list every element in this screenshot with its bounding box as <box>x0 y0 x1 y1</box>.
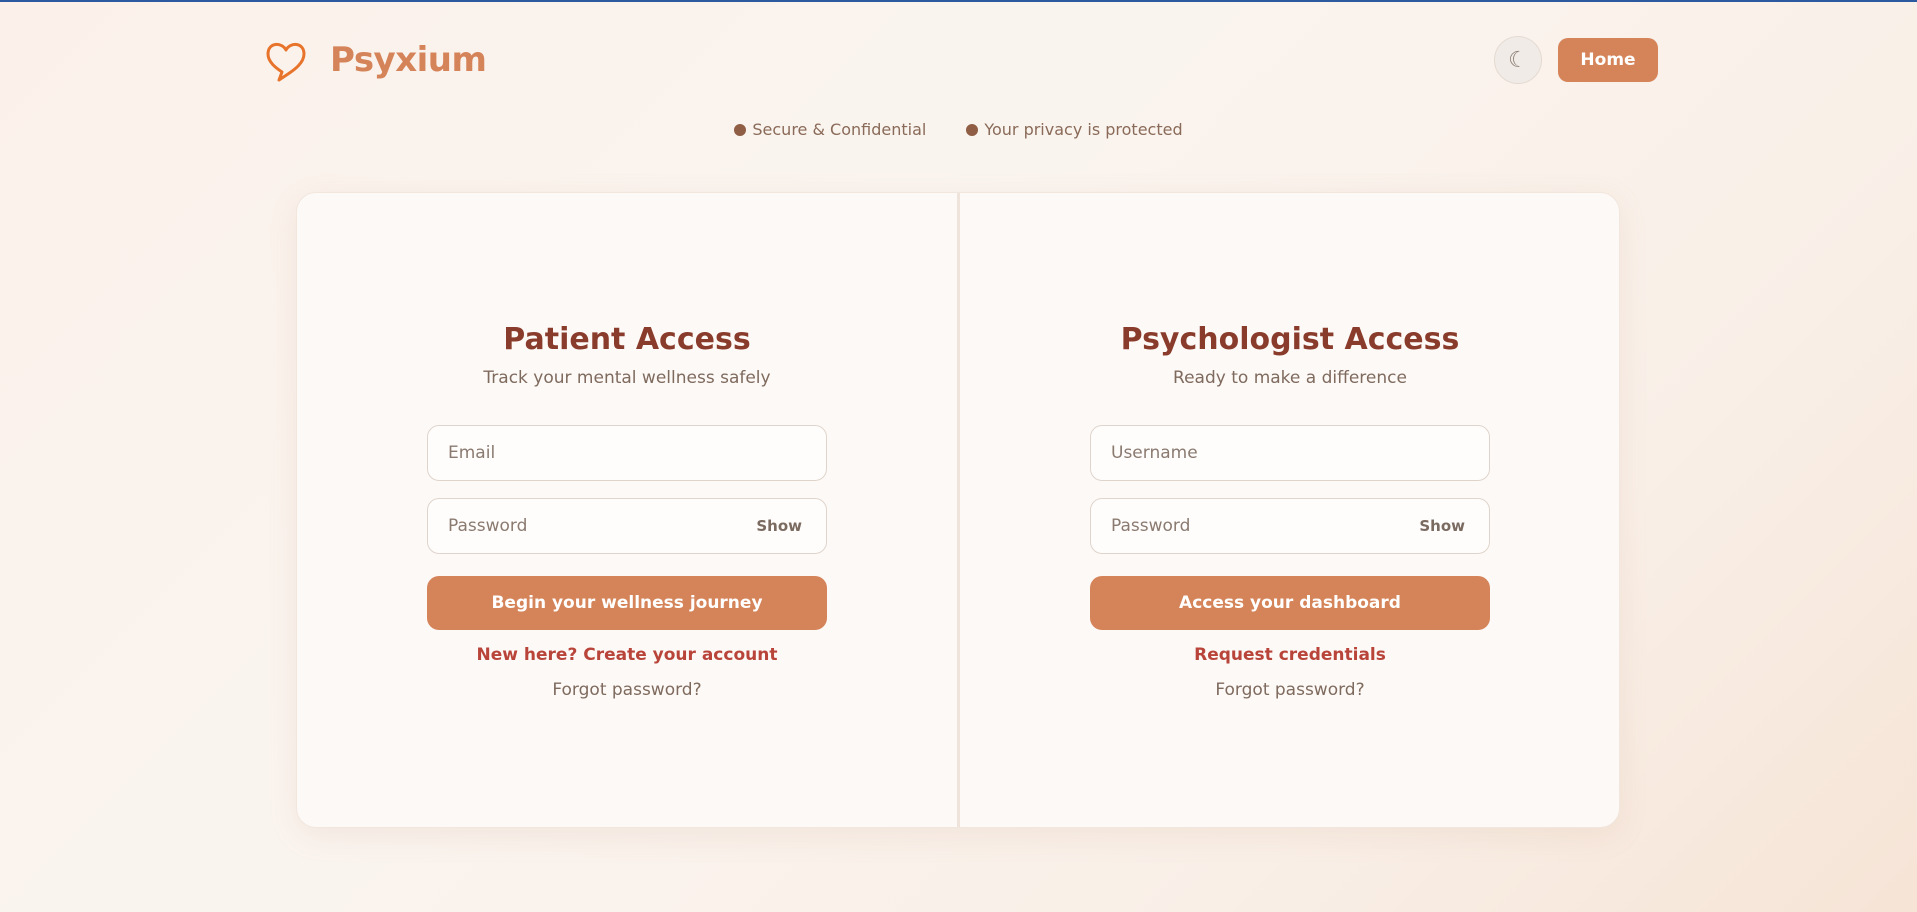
psychologist-forgot-password-link[interactable]: Forgot password? <box>1090 679 1490 701</box>
psychologist-password-input[interactable] <box>1091 499 1411 553</box>
psychologist-title: Psychologist Access <box>1120 322 1460 357</box>
patient-subtitle: Track your mental wellness safely <box>483 368 771 388</box>
brand-name: Psyxium <box>330 40 487 80</box>
brand[interactable]: Psyxium <box>262 36 487 84</box>
dot-icon <box>966 123 979 136</box>
psychologist-show-password-button[interactable]: Show <box>1419 499 1465 553</box>
theme-toggle-button[interactable]: ☾ <box>1494 36 1542 84</box>
heart-chat-icon <box>266 43 306 82</box>
trust-item-privacy: Your privacy is protected <box>966 120 1183 139</box>
dot-icon <box>734 123 747 136</box>
psychologist-username-field <box>1090 425 1490 481</box>
patient-panel: Patient Access Track your mental wellnes… <box>297 193 957 827</box>
patient-email-field <box>427 425 827 481</box>
trust-item-label: Secure & Confidential <box>752 120 927 139</box>
psychologist-form: Psychologist Access Ready to make a diff… <box>1090 321 1490 701</box>
patient-password-input[interactable] <box>428 499 748 553</box>
login-card: Patient Access Track your mental wellnes… <box>296 192 1620 828</box>
trust-item-secure: Secure & Confidential <box>734 120 926 139</box>
trust-badges: Secure & Confidential Your privacy is pr… <box>0 120 1917 139</box>
psychologist-request-credentials-link[interactable]: Request credentials <box>1090 644 1490 666</box>
psychologist-panel: Psychologist Access Ready to make a diff… <box>960 193 1620 827</box>
top-accent-line <box>0 0 1917 2</box>
moon-icon: ☾ <box>1508 47 1528 72</box>
header-actions: ☾ Home <box>1494 36 1658 84</box>
psychologist-submit-button[interactable]: Access your dashboard <box>1090 576 1490 630</box>
psychologist-subtitle: Ready to make a difference <box>1173 368 1407 388</box>
patient-signup-link[interactable]: New here? Create your account <box>427 644 827 666</box>
psychologist-username-input[interactable] <box>1091 426 1411 480</box>
patient-email-input[interactable] <box>428 426 748 480</box>
home-button[interactable]: Home <box>1558 38 1658 82</box>
patient-show-password-button[interactable]: Show <box>756 499 802 553</box>
patient-form: Patient Access Track your mental wellnes… <box>427 321 827 701</box>
patient-title: Patient Access <box>503 322 751 357</box>
patient-password-field: Show <box>427 498 827 554</box>
psychologist-password-field: Show <box>1090 498 1490 554</box>
patient-submit-button[interactable]: Begin your wellness journey <box>427 576 827 630</box>
site-header: Psyxium ☾ Home <box>262 36 1658 84</box>
trust-item-label: Your privacy is protected <box>984 120 1183 139</box>
patient-forgot-password-link[interactable]: Forgot password? <box>427 679 827 701</box>
